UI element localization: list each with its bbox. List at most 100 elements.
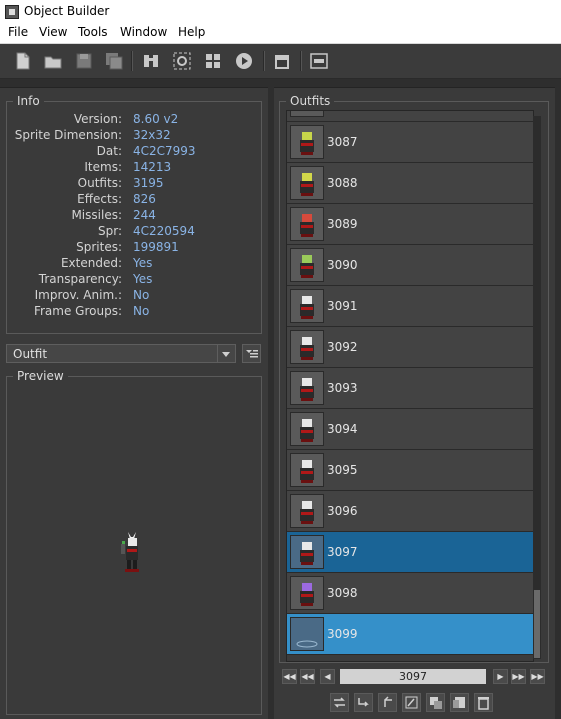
toolbar-separator [131, 51, 133, 71]
outfit-id: 3087 [327, 135, 358, 149]
list-options-icon [246, 350, 258, 358]
outfit-id: 3088 [327, 176, 358, 190]
menu-help[interactable]: Help [176, 25, 207, 39]
info-label: Outfits: [77, 176, 122, 190]
outfit-thumbnail [290, 494, 324, 528]
first-page-icon[interactable]: ◀◀ [282, 669, 297, 684]
list-item[interactable]: 3091 [287, 286, 533, 327]
animation-player-icon[interactable] [234, 51, 254, 71]
save-as-icon[interactable] [104, 51, 124, 71]
info-value: 4C220594 [133, 224, 195, 238]
replace-icon[interactable] [330, 693, 349, 712]
left-panel: Info Version: 8.60 v2 Sprite Dimension: 32x… [0, 79, 268, 719]
info-row: Effects: [7, 192, 122, 208]
list-item[interactable]: 3094 [287, 409, 533, 450]
category-menu-button[interactable] [242, 344, 261, 363]
info-value: No [133, 304, 150, 318]
outfit-thumbnail [290, 111, 324, 117]
info-label: Missiles: [71, 208, 122, 222]
outfit-id: 3094 [327, 422, 358, 436]
info-label: Version: [73, 112, 122, 126]
toolbar-separator [300, 51, 302, 71]
scrollbar-thumb[interactable] [534, 590, 540, 658]
store-icon[interactable] [272, 51, 292, 71]
list-item[interactable]: 3097 [287, 532, 533, 573]
info-row: Improv. Anim.: [7, 288, 122, 304]
list-item[interactable]: 3098 [287, 573, 533, 614]
list-item[interactable]: 3096 [287, 491, 533, 532]
import-icon[interactable] [354, 693, 373, 712]
list-item[interactable]: 3092 [287, 327, 533, 368]
title-bar: Object Builder [0, 0, 561, 24]
list-item[interactable]: 3093 [287, 368, 533, 409]
outfit-thumbnail [290, 453, 324, 487]
info-label: Sprite Dimension: [14, 128, 122, 142]
current-id-field[interactable]: 3097 [340, 669, 486, 684]
right-edge-splitter[interactable] [555, 79, 561, 719]
list-item[interactable]: 3088 [287, 163, 533, 204]
outfit-thumbnail [290, 289, 324, 323]
info-row: Dat: [7, 144, 122, 160]
find-icon[interactable] [141, 51, 161, 71]
info-label: Effects: [77, 192, 122, 206]
menu-file[interactable]: File [6, 25, 30, 39]
left-panel-header [0, 79, 268, 88]
app-icon [5, 5, 19, 19]
menu-window[interactable]: Window [118, 25, 169, 39]
chevron-down-icon[interactable] [217, 345, 235, 362]
list-item-partial[interactable] [287, 111, 533, 122]
edit-icon[interactable] [402, 693, 421, 712]
list-item[interactable]: 3089 [287, 204, 533, 245]
info-row: Items: [7, 160, 122, 176]
outfit-thumbnail [290, 617, 324, 651]
list-item[interactable]: 3095 [287, 450, 533, 491]
info-value: Yes [133, 256, 153, 270]
previous-item-icon[interactable]: ◀ [320, 669, 335, 684]
info-value: Yes [133, 272, 153, 286]
list-item[interactable]: 3099 [287, 614, 533, 655]
info-label: Transparency: [38, 272, 122, 286]
outfit-list[interactable]: 3087 3088 3089 3090 3091 3092 3093 3094 3095 3096… [286, 110, 534, 662]
export-icon[interactable] [378, 693, 397, 712]
preview-group: Preview [6, 369, 262, 715]
save-icon[interactable] [74, 51, 94, 71]
list-item[interactable]: 3087 [287, 122, 533, 163]
outfit-thumbnail [290, 371, 324, 405]
outfit-thumbnail [290, 576, 324, 610]
outfit-thumbnail [290, 535, 324, 569]
next-item-icon[interactable]: ▶ [493, 669, 508, 684]
duplicate-icon[interactable] [426, 693, 445, 712]
right-panel-header [274, 79, 555, 88]
menu-bar: File View Tools Window Help [0, 24, 561, 44]
previous-page-icon[interactable]: ◀◀ [300, 669, 315, 684]
outfit-list-scrollbar[interactable] [533, 116, 541, 659]
outfit-thumbnail [290, 412, 324, 446]
info-row: Spr: [7, 224, 122, 240]
category-select[interactable]: Outfit [6, 344, 236, 363]
outfit-thumbnail [290, 166, 324, 200]
menu-tools[interactable]: Tools [76, 25, 110, 39]
object-viewer-icon[interactable] [203, 51, 223, 71]
log-icon[interactable] [309, 51, 329, 71]
outfit-id: 3089 [327, 217, 358, 231]
sprite-finder-icon[interactable] [172, 51, 192, 71]
info-value: 199891 [133, 240, 179, 254]
last-page-icon[interactable]: ▶▶ [530, 669, 545, 684]
outfit-preview-sprite [121, 532, 139, 572]
menu-view[interactable]: View [37, 25, 69, 39]
outfit-thumbnail [290, 248, 324, 282]
next-page-icon[interactable]: ▶▶ [511, 669, 526, 684]
outfit-id: 3092 [327, 340, 358, 354]
outfit-id: 3099 [327, 627, 358, 641]
new-object-icon[interactable] [450, 693, 469, 712]
info-label: Items: [84, 160, 122, 174]
delete-icon[interactable] [474, 693, 493, 712]
outfit-id: 3098 [327, 586, 358, 600]
info-title: Info [13, 94, 44, 108]
outfit-id: 3090 [327, 258, 358, 272]
list-item[interactable]: 3090 [287, 245, 533, 286]
info-row: Sprites: [7, 240, 122, 256]
new-file-icon[interactable] [13, 51, 33, 71]
open-folder-icon[interactable] [43, 51, 63, 71]
info-value: No [133, 288, 150, 302]
